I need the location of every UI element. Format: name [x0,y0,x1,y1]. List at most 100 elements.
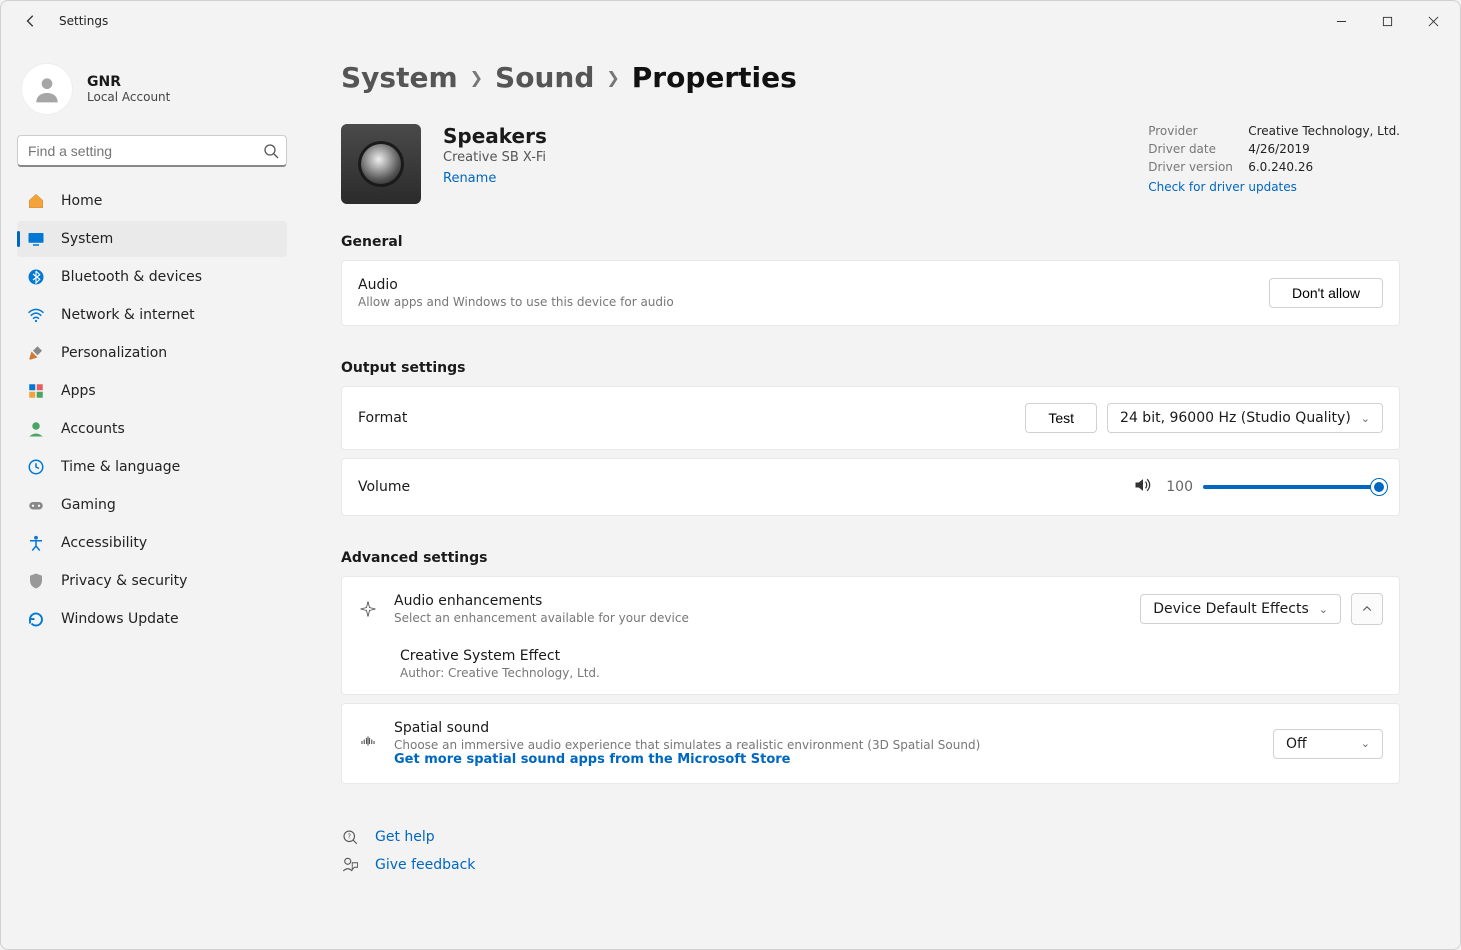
search-input[interactable] [17,135,287,167]
sidebar: GNR Local Account Home System [1,41,301,949]
settings-window: Settings GNR Local Account [0,0,1461,950]
dont-allow-button[interactable]: Don't allow [1269,278,1383,308]
sidebar-item-label: Home [61,193,102,209]
driver-info: Provider Creative Technology, Ltd. Drive… [1148,124,1400,194]
check-driver-link[interactable]: Check for driver updates [1148,180,1400,194]
system-icon [27,230,45,248]
general-section-title: General [341,234,1400,250]
back-button[interactable] [21,11,41,31]
sidebar-item-update[interactable]: Windows Update [17,601,287,637]
sidebar-item-personalization[interactable]: Personalization [17,335,287,371]
apps-icon [27,382,45,400]
chevron-down-icon: ⌄ [1319,603,1328,616]
close-button[interactable] [1410,5,1456,37]
enhancements-dropdown[interactable]: Device Default Effects ⌄ [1140,594,1341,624]
spatial-title: Spatial sound [394,720,1273,736]
effect-sub: Author: Creative Technology, Ltd. [400,666,1383,680]
volume-icon[interactable] [1133,475,1153,499]
spatial-card: Spatial sound Choose an immersive audio … [341,703,1400,784]
sidebar-item-gaming[interactable]: Gaming [17,487,287,523]
sidebar-item-label: Windows Update [61,611,179,627]
feedback-row: Give feedback [341,856,1400,874]
enhancements-title: Audio enhancements [394,593,1140,609]
accounts-icon [27,420,45,438]
driver-date-value: 4/26/2019 [1248,142,1400,156]
window-title: Settings [59,14,108,28]
effect-sub-card: Creative System Effect Author: Creative … [341,634,1400,695]
bluetooth-icon [27,268,45,286]
gaming-icon [27,496,45,514]
sidebar-item-bluetooth[interactable]: Bluetooth & devices [17,259,287,295]
sidebar-item-accessibility[interactable]: Accessibility [17,525,287,561]
network-icon [27,306,45,324]
driver-date-label: Driver date [1148,142,1238,156]
chevron-right-icon: ❯ [606,68,619,87]
audio-card: Audio Allow apps and Windows to use this… [341,260,1400,326]
format-card: Format Test 24 bit, 96000 Hz (Studio Qua… [341,386,1400,450]
search-box[interactable] [17,135,287,167]
sidebar-item-label: Accessibility [61,535,147,551]
sidebar-item-privacy[interactable]: Privacy & security [17,563,287,599]
sidebar-item-time[interactable]: Time & language [17,449,287,485]
sidebar-item-label: Personalization [61,345,167,361]
driver-version-label: Driver version [1148,160,1238,174]
rename-link[interactable]: Rename [443,171,547,186]
format-dropdown[interactable]: 24 bit, 96000 Hz (Studio Quality) ⌄ [1107,403,1383,433]
format-label: Format [358,410,1025,426]
collapse-button[interactable] [1351,593,1383,625]
give-feedback-link[interactable]: Give feedback [375,857,475,873]
audio-sub: Allow apps and Windows to use this devic… [358,295,1269,309]
spatial-dropdown[interactable]: Off ⌄ [1273,729,1383,759]
spatial-store-link[interactable]: Get more spatial sound apps from the Mic… [394,752,1273,767]
accessibility-icon [27,534,45,552]
sidebar-item-system[interactable]: System [17,221,287,257]
effect-title: Creative System Effect [400,648,1383,664]
sidebar-item-label: Time & language [61,459,180,475]
spatial-icon [358,734,378,754]
advanced-section-title: Advanced settings [341,550,1400,566]
sidebar-item-network[interactable]: Network & internet [17,297,287,333]
minimize-button[interactable] [1318,5,1364,37]
svg-text:?: ? [347,833,351,841]
content: System ❯ Sound ❯ Properties Speakers Cre… [301,41,1460,949]
chevron-right-icon: ❯ [470,68,483,87]
sidebar-item-home[interactable]: Home [17,183,287,219]
device-header: Speakers Creative SB X-Fi Rename Provide… [341,124,1400,204]
volume-value: 100 [1163,479,1193,495]
breadcrumb-system[interactable]: System [341,61,458,94]
sparkle-icon [358,599,378,619]
feedback-icon [341,856,359,874]
sidebar-item-label: Apps [61,383,96,399]
windows-update-icon [27,610,45,628]
device-name: Speakers [443,124,547,148]
volume-slider[interactable] [1203,485,1383,489]
device-sub: Creative SB X-Fi [443,150,547,165]
breadcrumb: System ❯ Sound ❯ Properties [341,61,1400,94]
enhancements-sub: Select an enhancement available for your… [394,611,1140,625]
sidebar-item-label: Accounts [61,421,125,437]
maximize-button[interactable] [1364,5,1410,37]
spatial-value: Off [1286,736,1351,752]
provider-label: Provider [1148,124,1238,138]
user-block[interactable]: GNR Local Account [17,51,287,135]
enhancements-card: Audio enhancements Select an enhancement… [341,576,1400,642]
driver-version-value: 6.0.240.26 [1248,160,1400,174]
search-icon [263,143,279,159]
spatial-sub: Choose an immersive audio experience tha… [394,738,1273,752]
personalization-icon [27,344,45,362]
slider-thumb[interactable] [1371,479,1387,495]
breadcrumb-sound[interactable]: Sound [495,61,594,94]
sidebar-item-accounts[interactable]: Accounts [17,411,287,447]
avatar [21,63,73,115]
get-help-link[interactable]: Get help [375,829,435,845]
chevron-down-icon: ⌄ [1361,737,1370,750]
volume-label: Volume [358,479,1133,495]
sidebar-item-label: Privacy & security [61,573,187,589]
audio-title: Audio [358,277,1269,293]
output-section-title: Output settings [341,360,1400,376]
user-sub: Local Account [87,90,170,104]
chevron-down-icon: ⌄ [1361,412,1370,425]
help-row: ? Get help [341,828,1400,846]
test-button[interactable]: Test [1025,403,1097,433]
sidebar-item-apps[interactable]: Apps [17,373,287,409]
